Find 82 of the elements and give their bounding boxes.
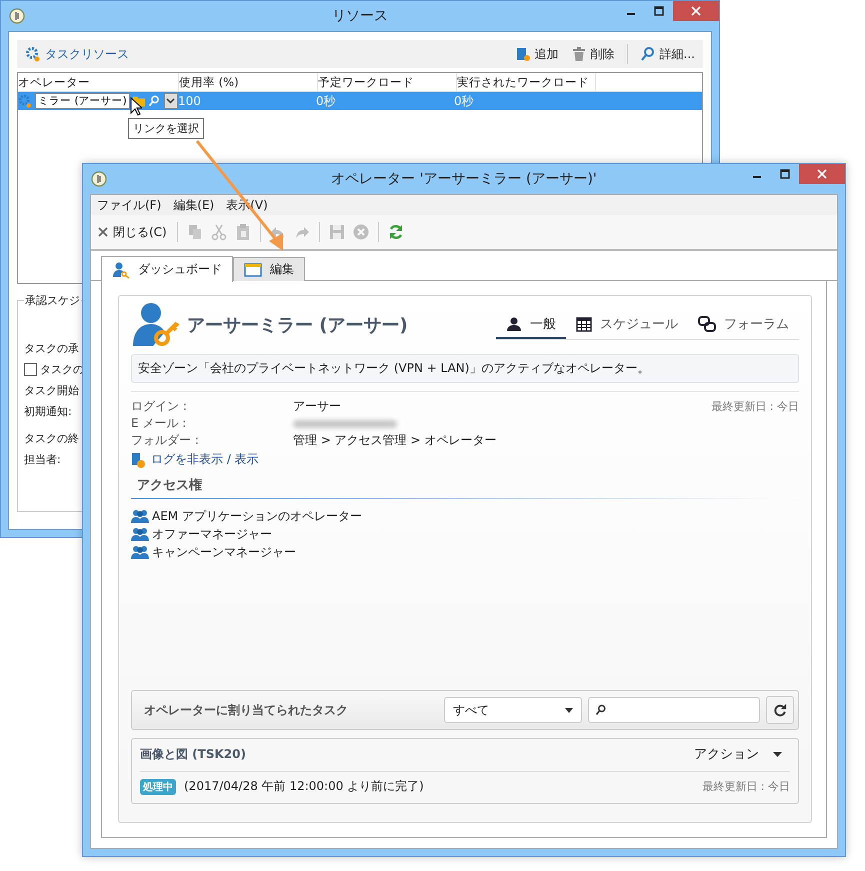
table-row[interactable]: ミラー (アーサー) 100 0秒 0秒 [18, 92, 702, 110]
column-header[interactable]: 実行されたワークロード [457, 73, 596, 91]
last-updated: 最終更新日 : 今日 [711, 399, 799, 414]
window-title: リソース [332, 7, 388, 25]
add-button[interactable]: 追加 [512, 44, 561, 64]
task-resources-button[interactable]: タスクリソース [23, 44, 131, 64]
maximize-icon [654, 6, 664, 16]
close-icon [817, 169, 827, 179]
search-icon [640, 46, 656, 62]
app-icon [9, 8, 25, 24]
caret-icon [773, 752, 782, 756]
user-icon [506, 316, 522, 332]
view-tab[interactable]: 一般 [496, 310, 566, 338]
field-label: タスクの承 [24, 341, 79, 356]
close-button[interactable] [799, 164, 845, 184]
task-title: 画像と図 (TSK20) [140, 746, 246, 762]
trash-icon [570, 46, 587, 62]
section-heading: オペレーターに割り当てられたタスク [144, 702, 348, 718]
operator-field[interactable]: ミラー (アーサー) [35, 93, 130, 109]
access-right: オファーマネージャー [152, 526, 272, 542]
column-header[interactable]: 使用率 (%) [179, 73, 318, 91]
close-button[interactable]: 閉じる(C) [95, 222, 169, 242]
tooltip: リンクを選択 [128, 118, 204, 139]
group-icon [131, 527, 149, 541]
field-label: ログイン : [131, 398, 188, 415]
table-cell-text: 0秒 [454, 92, 475, 110]
menu-item[interactable]: 編集(E) [173, 196, 214, 214]
access-right: キャンペーンマネージャー [152, 544, 296, 560]
search-field[interactable] [588, 697, 760, 723]
group-icon [131, 545, 149, 559]
status-badge: 処理中 [140, 778, 176, 794]
last-updated: 最終更新日 : 今日 [702, 779, 790, 794]
close-icon [691, 6, 701, 16]
close-button[interactable] [673, 1, 719, 21]
field-value: 管理 > アクセス管理 > オペレーター [293, 432, 496, 449]
table-cell-text: 0秒 [316, 92, 337, 110]
app-icon [91, 171, 107, 187]
field-value: アーサー [293, 398, 341, 415]
checkbox[interactable] [24, 363, 37, 376]
window-title: オペレーター 'アーサーミラー (アーサー)' [331, 170, 597, 188]
view-tab[interactable]: フォーラム [688, 310, 799, 338]
filter-select[interactable]: すべて [444, 697, 582, 723]
group-icon [131, 509, 149, 523]
action-menu-button[interactable]: アクション [686, 745, 790, 763]
operator-name: アーサーミラー (アーサー) [187, 314, 408, 337]
add-document-icon [514, 46, 531, 62]
window-icon [244, 262, 262, 276]
field-label: フォルダー : [131, 432, 200, 449]
caret-icon [565, 708, 573, 712]
task-deadline: (2017/04/28 午前 12:00:00 より前に完了) [184, 778, 424, 795]
refresh-icon [773, 703, 787, 717]
chevron-icon [166, 98, 176, 104]
access-right: AEM アプリケーションのオペレーター [152, 508, 362, 524]
field-label: タスクの終 [24, 431, 79, 446]
log-link[interactable]: ログを非表示 / 表示 [131, 451, 259, 468]
menu-item[interactable]: ファイル(F) [97, 196, 162, 214]
maximize-icon [780, 169, 790, 179]
details-button[interactable]: 詳細... [638, 44, 697, 64]
cursor-icon [130, 97, 142, 116]
minimize-icon [627, 13, 635, 15]
view-tab[interactable]: スケジュール [566, 310, 688, 338]
table-cell-text: 100 [178, 94, 202, 108]
field-label: 初期通知: [24, 404, 72, 419]
minimize-icon [753, 176, 761, 178]
field-label: 担当者: [24, 452, 61, 467]
group-legend: 承認スケジ [24, 293, 81, 308]
user-key-icon [112, 260, 130, 278]
column-header[interactable]: オペレーター [18, 73, 179, 91]
document-info-icon [131, 452, 145, 468]
field-label: E メール : [131, 415, 188, 432]
calendar-icon [576, 316, 592, 332]
close-icon [97, 226, 109, 238]
section-heading: アクセス権 [136, 477, 203, 494]
search-icon [595, 704, 607, 716]
dropdown-button[interactable] [164, 93, 178, 109]
tab[interactable]: ダッシュボード [101, 256, 233, 282]
column-header[interactable]: 予定ワークロード [318, 73, 457, 91]
delete-button[interactable]: 削除 [568, 44, 617, 64]
refresh-button[interactable] [766, 696, 794, 724]
tab[interactable]: 編集 [233, 257, 305, 281]
description-box: 安全ゾーン「会社のプライベートネットワーク (VPN + LAN)」のアクティブなオペレーター。 [131, 354, 799, 383]
field-label: タスク開始 [24, 383, 79, 398]
